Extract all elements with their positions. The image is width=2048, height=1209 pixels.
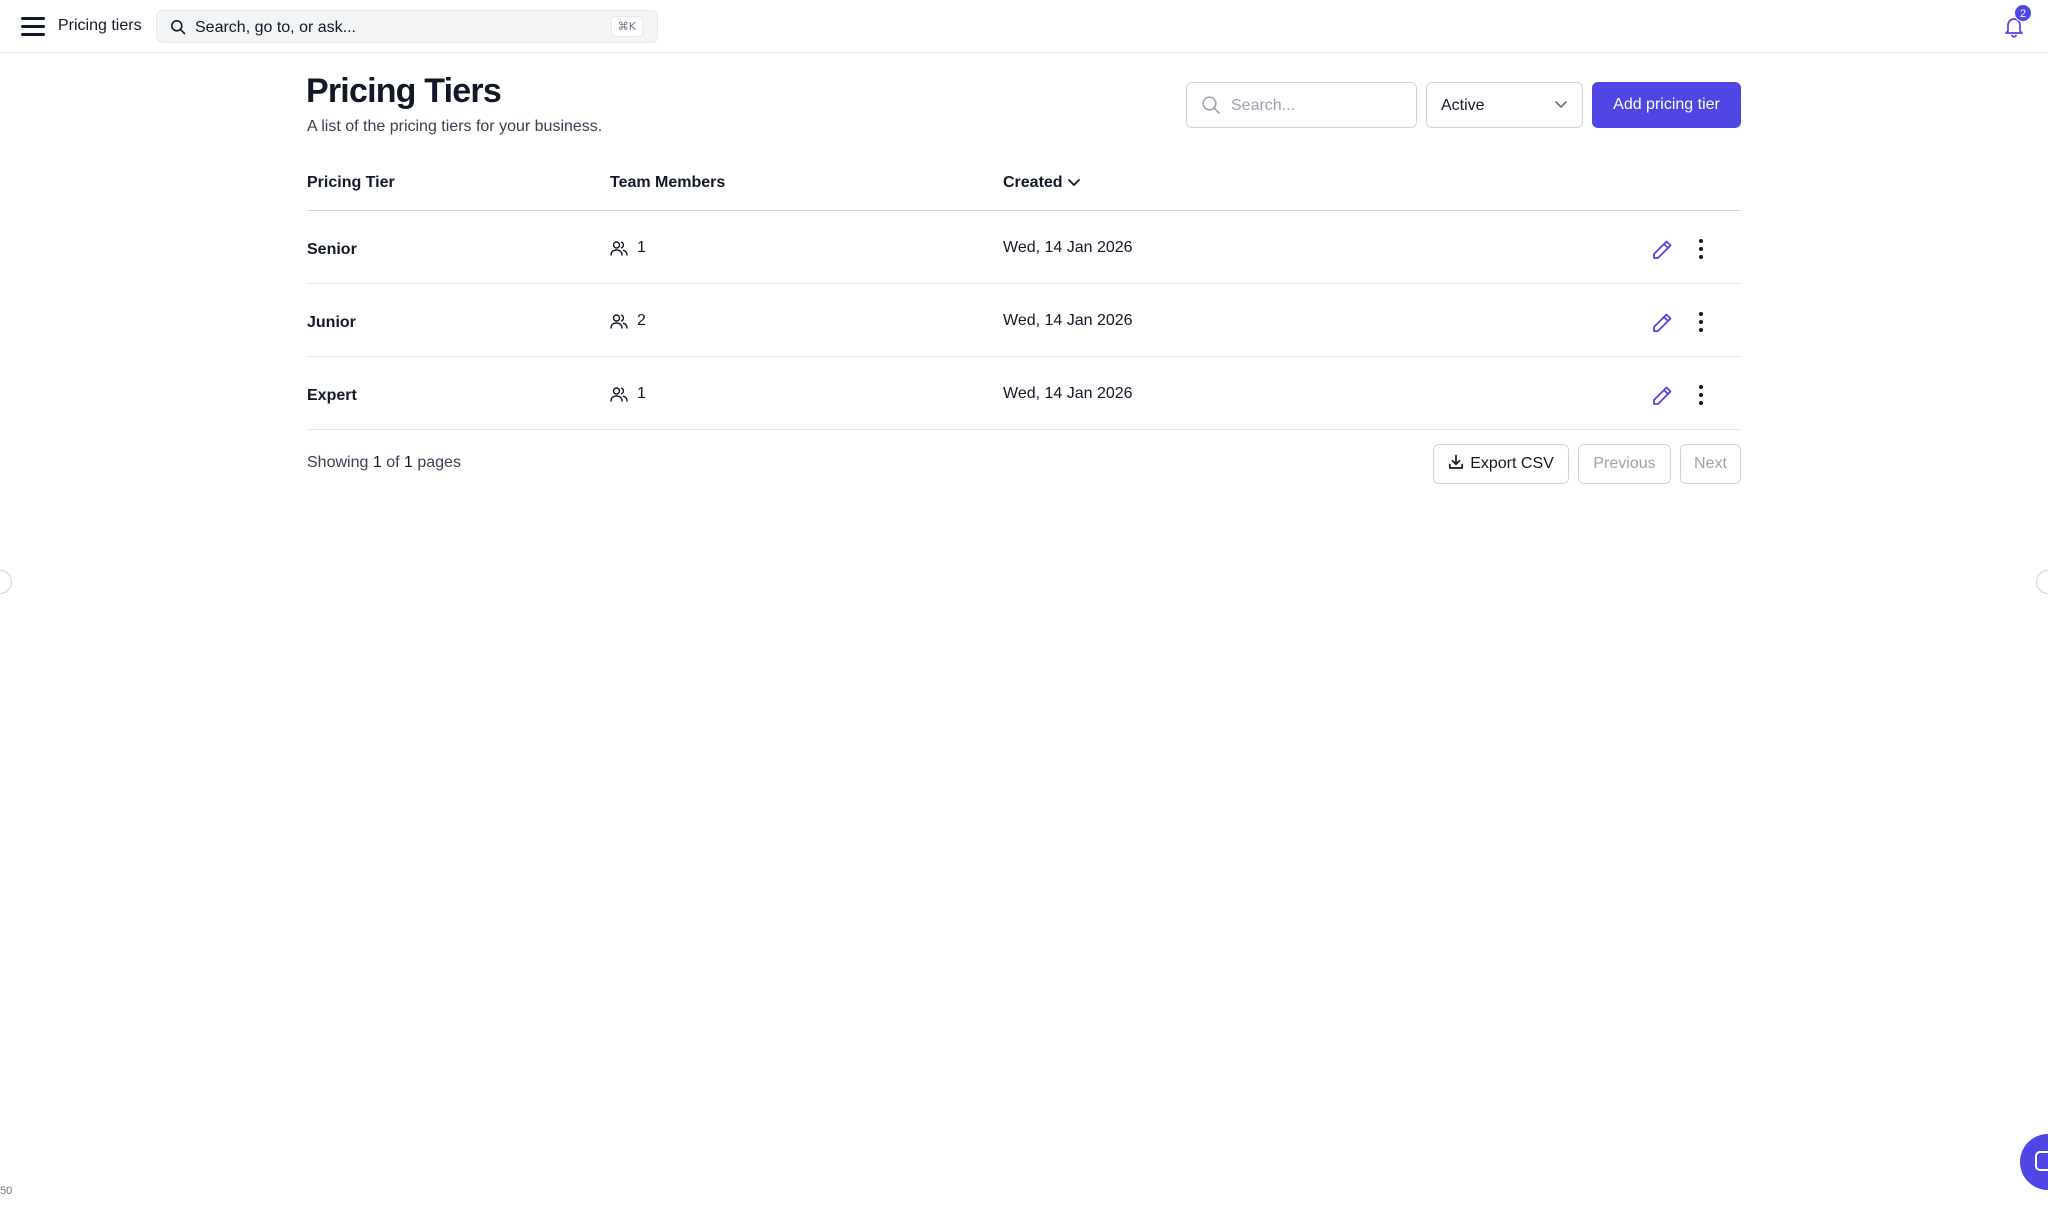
pencil-icon[interactable] (1650, 238, 1674, 262)
column-header-pricing-tier: Pricing Tier (307, 174, 395, 191)
column-header-created[interactable]: Created (1003, 174, 1081, 192)
table-row: Expert 1 Wed, 14 Jan 2026 (307, 357, 1741, 429)
more-vertical-icon[interactable] (1695, 237, 1707, 261)
shortcut-hint: ⌘K (610, 16, 643, 37)
team-members-count: 1 (637, 239, 646, 256)
table-search-input[interactable] (1231, 95, 1406, 117)
search-icon (1202, 96, 1220, 114)
users-icon (610, 314, 628, 329)
chat-launcher-button[interactable] (2020, 1134, 2048, 1190)
chat-icon (2035, 1151, 2048, 1171)
chevron-down-icon (1555, 101, 1567, 108)
tier-name: Junior (307, 314, 356, 331)
created-date: Wed, 14 Jan 2026 (1003, 239, 1133, 256)
total-pages: 1 (403, 454, 413, 471)
pencil-icon[interactable] (1650, 384, 1674, 408)
notification-badge: 2 (2014, 4, 2032, 22)
pages-word: pages (417, 454, 461, 471)
pagination-summary: Showing 1 of 1 pages (307, 454, 461, 472)
users-icon (610, 241, 628, 256)
created-date: Wed, 14 Jan 2026 (1003, 385, 1133, 402)
team-members-count: 2 (637, 312, 646, 329)
export-csv-label: Export CSV (1470, 455, 1554, 472)
pencil-icon[interactable] (1650, 311, 1674, 335)
search-icon (171, 20, 186, 35)
team-members-count: 1 (637, 385, 646, 402)
more-vertical-icon[interactable] (1695, 383, 1707, 407)
current-page: 1 (372, 454, 382, 471)
left-panel-toggle[interactable] (0, 570, 12, 594)
download-icon (1449, 454, 1464, 469)
row-divider (307, 429, 1741, 430)
column-header-team-members: Team Members (610, 174, 726, 191)
top-bar: Pricing tiers Search, go to, or ask... ⌘… (0, 0, 2048, 53)
users-icon (610, 387, 628, 402)
table-search[interactable] (1186, 82, 1417, 128)
table-row: Senior 1 Wed, 14 Jan 2026 (307, 211, 1741, 283)
export-csv-button[interactable]: Export CSV (1433, 444, 1569, 484)
more-vertical-icon[interactable] (1695, 310, 1707, 334)
column-header-created-label: Created (1003, 174, 1063, 191)
right-panel-toggle[interactable] (2036, 570, 2048, 594)
created-date: Wed, 14 Jan 2026 (1003, 312, 1133, 329)
next-page-button[interactable]: Next (1680, 444, 1741, 484)
global-search-placeholder: Search, go to, or ask... (195, 19, 356, 36)
corner-text: 50 (0, 1185, 13, 1197)
page-subtitle: A list of the pricing tiers for your bus… (307, 118, 603, 135)
of-word: of (386, 454, 400, 471)
tier-name: Expert (307, 387, 357, 404)
global-search-input[interactable]: Search, go to, or ask... ⌘K (156, 10, 658, 43)
hamburger-icon[interactable] (21, 15, 45, 37)
status-filter-value: Active (1441, 97, 1485, 114)
tier-name: Senior (307, 241, 357, 258)
add-pricing-tier-button[interactable]: Add pricing tier (1592, 82, 1741, 128)
page-title: Pricing Tiers (306, 72, 502, 110)
previous-page-button[interactable]: Previous (1578, 444, 1671, 484)
chevron-down-icon (1067, 178, 1080, 186)
app-title: Pricing tiers (58, 17, 142, 34)
status-filter-select[interactable]: Active (1426, 82, 1583, 128)
showing-prefix: Showing (307, 454, 369, 471)
table-row: Junior 2 Wed, 14 Jan 2026 (307, 284, 1741, 356)
